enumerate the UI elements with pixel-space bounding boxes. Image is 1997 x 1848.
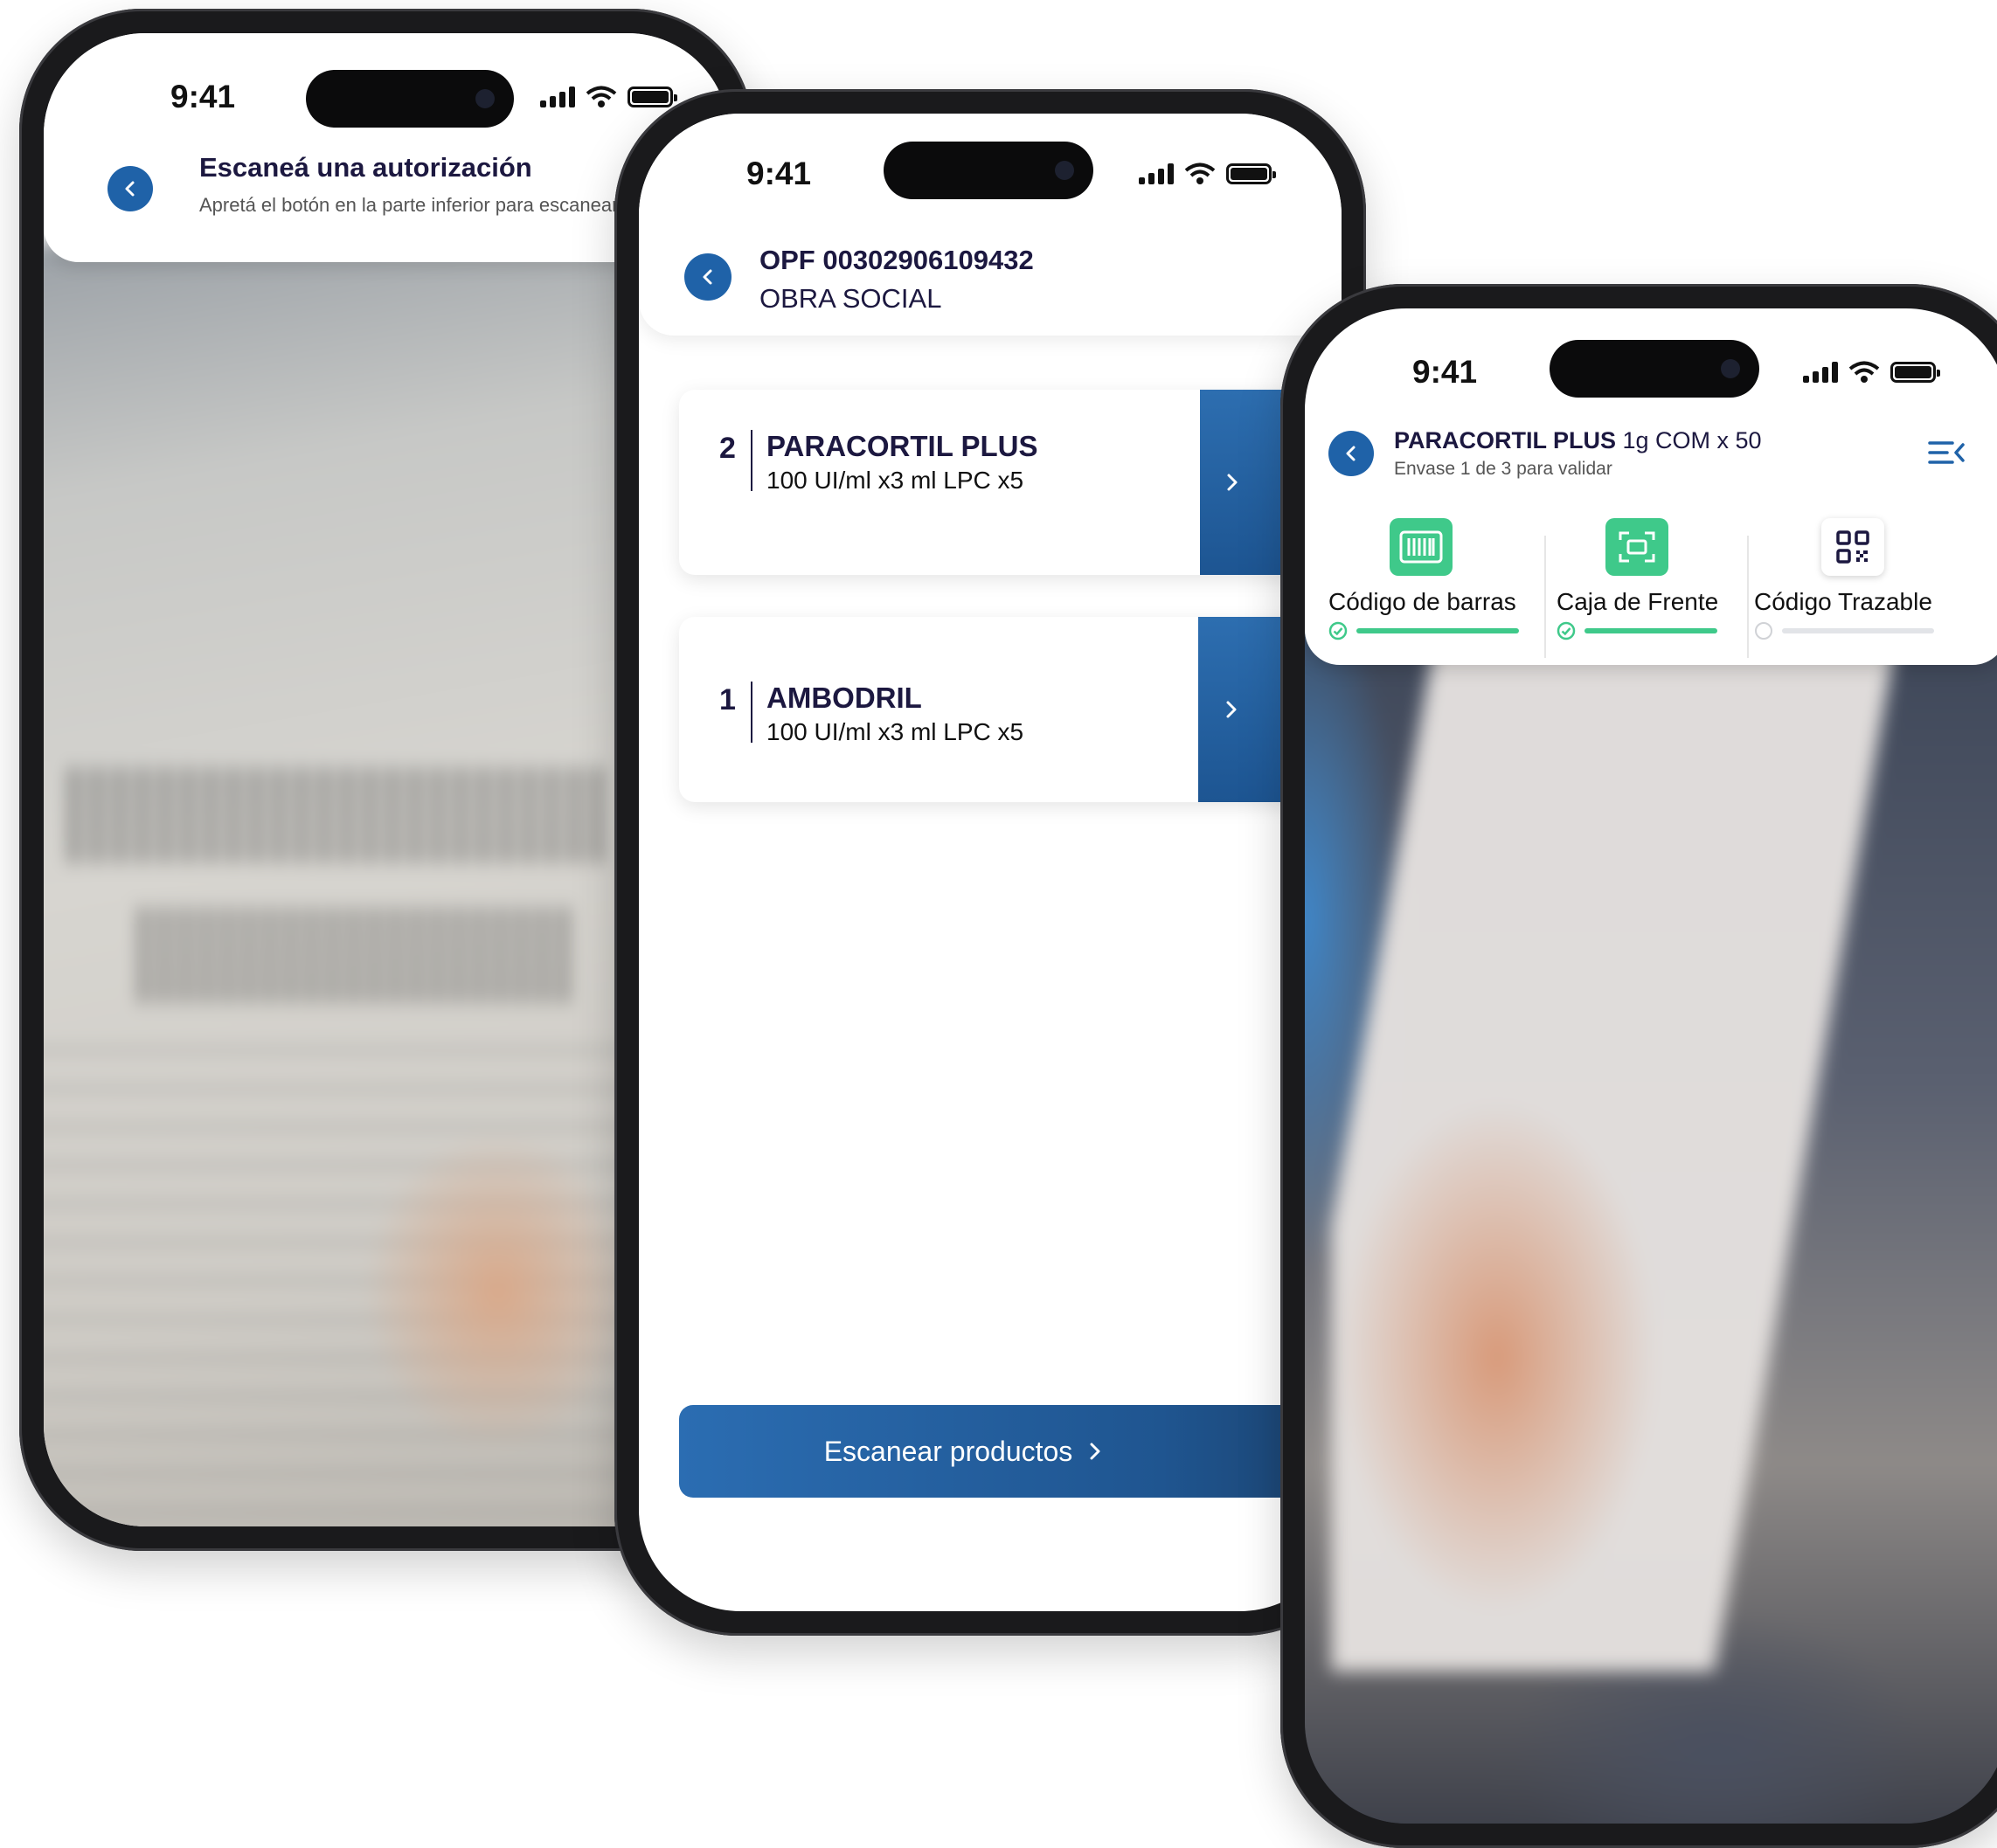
status-icons [1803, 361, 1940, 384]
divider [751, 430, 752, 491]
step-box-front[interactable]: Caja de Frente [1548, 509, 1749, 640]
signal-icon [540, 87, 575, 107]
step-progress-bar [1782, 628, 1934, 633]
status-time: 9:41 [170, 79, 236, 114]
screen-order: 9:41 OPF 00302906109432 OBRA SOCIAL 2 PA… [639, 114, 1342, 1611]
header-card: 9:41 PARACORTIL PLUS 1g COM x 50 Envase … [1305, 308, 1997, 665]
product-name: AMBODRIL [766, 682, 922, 714]
check-circle-icon [1328, 621, 1348, 640]
chevron-right-icon [1227, 474, 1238, 491]
phone-frame-order: 9:41 OPF 00302906109432 OBRA SOCIAL 2 PA… [614, 89, 1366, 1636]
header-card: 9:41 OPF 00302906109432 OBRA SOCIAL [639, 114, 1342, 336]
product-title: PARACORTIL PLUS 1g COM x 50 [1394, 427, 1762, 454]
battery-icon [628, 87, 677, 107]
wifi-icon [586, 86, 617, 107]
step-traceable-code[interactable]: Código Trazable [1749, 509, 1997, 640]
signal-icon [1139, 163, 1174, 184]
divider [751, 682, 752, 743]
step-barcode[interactable]: Código de barras [1305, 509, 1532, 640]
check-circle-icon [1557, 621, 1576, 640]
scan-products-label: Escanear productos [823, 1435, 1073, 1467]
step-label: Código de barras [1328, 588, 1516, 615]
dynamic-island [306, 70, 514, 128]
status-time: 9:41 [1412, 354, 1478, 390]
back-button[interactable] [1328, 431, 1374, 476]
package-progress-text: Envase 1 de 3 para validar [1394, 459, 1612, 479]
product-description: 100 UI/ml x3 ml LPC x5 [766, 467, 1024, 494]
product-name: PARACORTIL PLUS [766, 430, 1038, 462]
screen-validation: 9:41 PARACORTIL PLUS 1g COM x 50 Envase … [1305, 308, 1997, 1824]
back-button[interactable] [684, 253, 732, 301]
product-description: 100 UI/ml x3 ml LPC x5 [766, 718, 1024, 745]
box-front-icon [1605, 518, 1668, 576]
product-name: PARACORTIL PLUS [1394, 427, 1617, 453]
chevron-left-icon [125, 181, 135, 197]
product-quantity: 1 [719, 683, 736, 716]
menu-collapse-icon[interactable] [1928, 440, 1965, 466]
status-icons [540, 86, 677, 108]
dynamic-island [1550, 340, 1759, 398]
product-card[interactable]: 1 AMBODRIL 100 UI/ml x3 ml LPC x5 [679, 617, 1342, 802]
step-progress-bar [1584, 628, 1717, 633]
step-progress-bar [1356, 628, 1519, 633]
product-detail: 1g COM x 50 [1616, 427, 1762, 453]
back-button[interactable] [107, 166, 153, 211]
phone-frame-validation: 9:41 PARACORTIL PLUS 1g COM x 50 Envase … [1280, 284, 1997, 1848]
order-number: OPF 00302906109432 [759, 245, 1034, 275]
wifi-icon [1184, 163, 1216, 184]
signal-icon [1803, 362, 1838, 383]
barcode-icon [1390, 518, 1453, 576]
page-title: Escaneá una autorización [199, 152, 532, 183]
product-quantity: 2 [719, 432, 736, 465]
product-card[interactable]: 2 PARACORTIL PLUS 100 UI/ml x3 ml LPC x5 [679, 390, 1342, 575]
chevron-left-icon [703, 269, 712, 285]
dynamic-island [884, 142, 1093, 199]
wifi-icon [1848, 361, 1880, 383]
camera-preview [1305, 571, 1997, 1824]
status-time: 9:41 [746, 156, 812, 191]
chevron-left-icon [1346, 446, 1356, 461]
page-subtitle: Apretá el botón en la parte inferior par… [199, 194, 619, 216]
battery-icon [1890, 362, 1940, 383]
chevron-right-icon [1226, 701, 1237, 718]
divider [1544, 536, 1546, 658]
battery-icon [1226, 163, 1276, 184]
step-label: Código Trazable [1754, 588, 1932, 615]
chevron-right-icon [1090, 1443, 1100, 1460]
order-type: OBRA SOCIAL [759, 283, 942, 314]
status-icons [1139, 163, 1276, 185]
step-label: Caja de Frente [1557, 588, 1719, 615]
qr-code-icon [1821, 518, 1884, 576]
scan-products-button[interactable]: Escanear productos [679, 1405, 1342, 1498]
pending-circle-icon [1755, 622, 1772, 640]
